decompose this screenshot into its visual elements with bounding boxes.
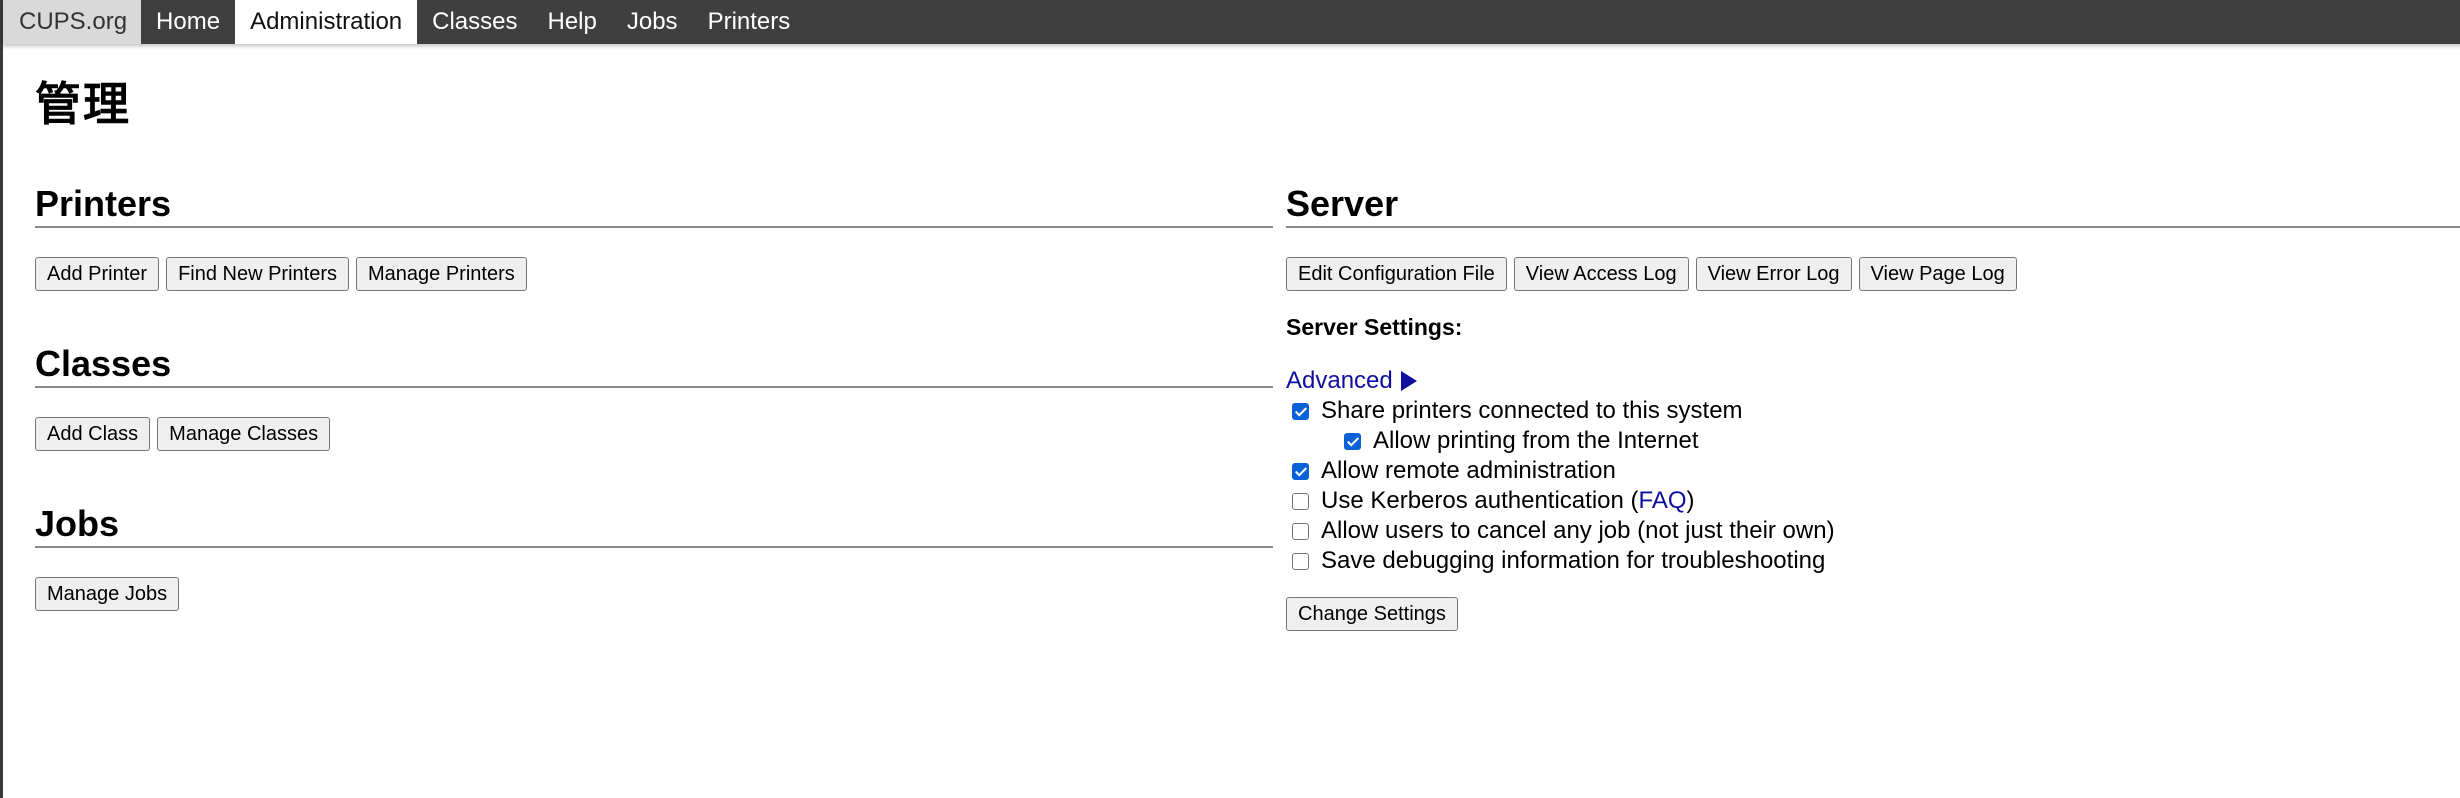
edit-configuration-file-button[interactable]: Edit Configuration File xyxy=(1286,257,1507,291)
share-printers-checkbox[interactable] xyxy=(1292,402,1309,420)
nav-item-jobs[interactable]: Jobs xyxy=(612,0,693,44)
option-cancel-any-job: Allow users to cancel any job (not just … xyxy=(1292,517,1835,545)
jobs-divider xyxy=(35,546,1273,548)
nav-item-help[interactable]: Help xyxy=(533,0,612,44)
option-remote-administration: Allow remote administration xyxy=(1292,457,1616,485)
remote-administration-label: Allow remote administration xyxy=(1321,457,1616,484)
debug-logging-label: Save debugging information for troublesh… xyxy=(1321,547,1826,574)
manage-jobs-button[interactable]: Manage Jobs xyxy=(35,577,180,611)
top-navbar: CUPS.org Home Administration Classes Hel… xyxy=(3,0,2460,44)
classes-button-row: Add Class Manage Classes xyxy=(35,417,331,451)
manage-printers-button[interactable]: Manage Printers xyxy=(356,257,527,291)
manage-classes-button[interactable]: Manage Classes xyxy=(157,417,331,451)
server-divider xyxy=(1286,226,2460,228)
change-settings-button[interactable]: Change Settings xyxy=(1286,597,1458,631)
remote-administration-checkbox[interactable] xyxy=(1292,462,1309,480)
option-kerberos-authentication: Use Kerberos authentication (FAQ) xyxy=(1292,487,1695,515)
advanced-toggle-link[interactable]: Advanced xyxy=(1286,367,1417,395)
printers-divider xyxy=(35,226,1273,228)
allow-internet-printing-checkbox[interactable] xyxy=(1344,432,1361,450)
cups-admin-page: CUPS.org Home Administration Classes Hel… xyxy=(0,0,2460,798)
server-button-row: Edit Configuration File View Access Log … xyxy=(1286,257,2017,291)
kerberos-label-prefix: Use Kerberos authentication ( xyxy=(1321,487,1639,514)
expand-triangle-icon xyxy=(1400,371,1417,391)
cancel-any-job-label: Allow users to cancel any job (not just … xyxy=(1321,517,1835,544)
cancel-any-job-checkbox[interactable] xyxy=(1292,522,1309,540)
view-error-log-button[interactable]: View Error Log xyxy=(1695,257,1852,291)
kerberos-faq-link[interactable]: FAQ xyxy=(1639,487,1687,515)
page-title: 管理 xyxy=(35,77,131,131)
option-allow-internet-printing: Allow printing from the Internet xyxy=(1344,427,1699,455)
debug-logging-checkbox[interactable] xyxy=(1292,552,1309,570)
classes-heading: Classes xyxy=(35,343,172,384)
nav-item-printers[interactable]: Printers xyxy=(693,0,806,44)
kerberos-authentication-checkbox[interactable] xyxy=(1292,492,1309,510)
find-new-printers-button[interactable]: Find New Printers xyxy=(166,257,349,291)
printers-heading: Printers xyxy=(35,183,172,224)
nav-item-administration[interactable]: Administration xyxy=(235,0,418,44)
nav-item-home[interactable]: Home xyxy=(141,0,235,44)
nav-brand-cups-org[interactable]: CUPS.org xyxy=(3,0,142,44)
option-debug-logging: Save debugging information for troublesh… xyxy=(1292,547,1825,575)
jobs-heading: Jobs xyxy=(35,503,120,544)
view-page-log-button[interactable]: View Page Log xyxy=(1858,257,2017,291)
nav-item-classes[interactable]: Classes xyxy=(417,0,532,44)
add-printer-button[interactable]: Add Printer xyxy=(35,257,160,291)
share-printers-label: Share printers connected to this system xyxy=(1321,397,1743,424)
kerberos-label-suffix: ) xyxy=(1686,487,1695,514)
classes-divider xyxy=(35,386,1273,388)
server-heading: Server xyxy=(1286,183,1399,224)
advanced-link-label: Advanced xyxy=(1286,367,1393,394)
change-settings-row: Change Settings xyxy=(1286,597,1458,631)
add-class-button[interactable]: Add Class xyxy=(35,417,151,451)
jobs-button-row: Manage Jobs xyxy=(35,577,180,611)
view-access-log-button[interactable]: View Access Log xyxy=(1513,257,1689,291)
printers-button-row: Add Printer Find New Printers Manage Pri… xyxy=(35,257,527,291)
option-share-printers: Share printers connected to this system xyxy=(1292,397,1743,425)
server-settings-label: Server Settings: xyxy=(1286,314,1463,340)
allow-internet-printing-label: Allow printing from the Internet xyxy=(1373,427,1699,454)
